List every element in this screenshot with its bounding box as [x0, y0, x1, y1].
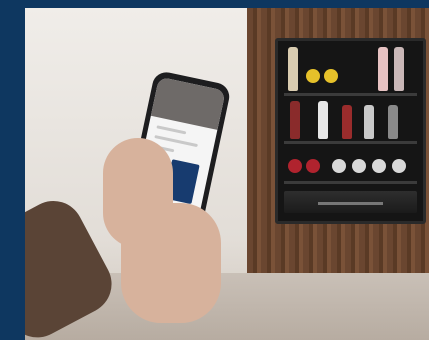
bottle	[378, 47, 388, 91]
can	[288, 159, 302, 173]
bottle	[290, 101, 300, 139]
can	[332, 159, 346, 173]
can	[306, 159, 320, 173]
bottle	[342, 105, 352, 139]
photo	[25, 8, 429, 340]
fridge-handle	[318, 202, 383, 205]
bottle	[288, 47, 298, 91]
fridge-shelf	[284, 181, 417, 184]
can	[306, 69, 320, 83]
beverage-fridge	[275, 38, 426, 224]
can	[352, 159, 366, 173]
fridge-shelf	[284, 93, 417, 96]
can	[324, 69, 338, 83]
fridge-shelf	[284, 141, 417, 144]
bottle	[318, 101, 328, 139]
right-hand	[121, 203, 221, 323]
screen-header-image	[150, 76, 226, 130]
can	[392, 159, 406, 173]
screen-text-line	[156, 125, 187, 135]
bottle	[394, 47, 404, 91]
bottle	[364, 105, 374, 139]
screen-text-line	[154, 135, 198, 148]
bottle	[388, 105, 398, 139]
can	[372, 159, 386, 173]
